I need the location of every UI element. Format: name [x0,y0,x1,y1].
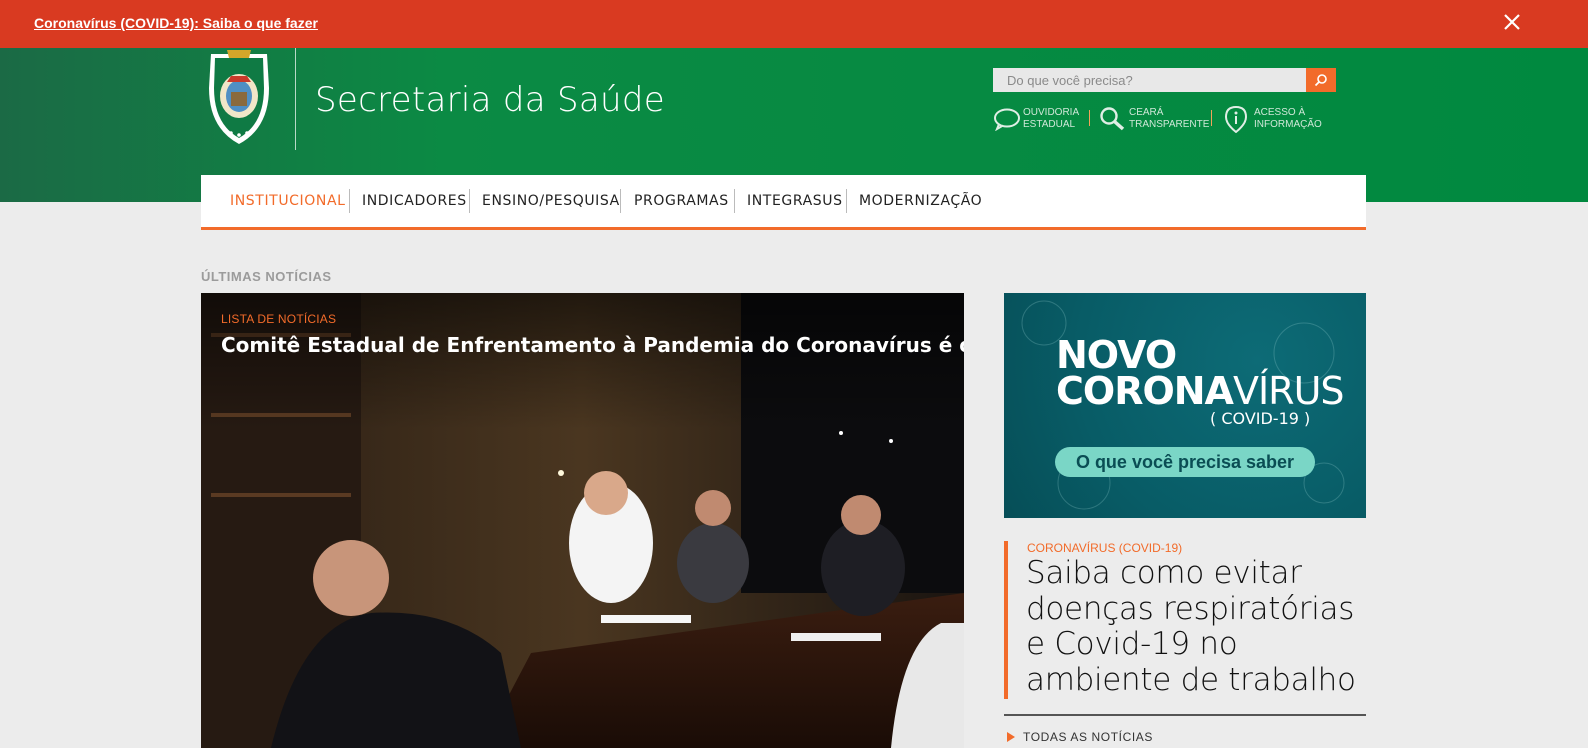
nav-separator [620,189,621,213]
banner-cta-pill[interactable]: O que você precisa saber [1055,447,1315,477]
header-divider [295,48,296,150]
banner-title-line2: CORONAVÍRUS [1056,369,1345,413]
hero-kicker[interactable]: LISTA DE NOTÍCIAS [221,312,336,326]
nav-item-institucional[interactable]: INSTITUCIONAL [230,175,346,227]
site-title[interactable]: Secretaria da Saúde [315,80,665,120]
side-news-card[interactable]: CORONAVÍRUS (COVID-19) Saiba como evitar… [1004,541,1366,699]
quick-link-ouvidoria[interactable]: OUVIDORIA ESTADUAL [993,104,1113,134]
quick-link-line2: TRANSPARENTE [1129,119,1210,130]
covid-alert-link[interactable]: Coronavírus (COVID-19): Saiba o que faze… [34,15,318,31]
quick-link-separator [1089,110,1090,126]
nav-separator [349,189,350,213]
quick-link-line2: INFORMAÇÃO [1254,119,1322,130]
quick-link-acesso-informacao[interactable]: ACESSO À INFORMAÇÃO [1224,104,1344,134]
close-icon[interactable] [1500,10,1524,34]
quick-link-line1: ACESSO À [1254,107,1306,118]
all-news-link[interactable]: TODAS AS NOTÍCIAS [1007,730,1153,744]
nav-item-programas[interactable]: PROGRAMAS [634,175,729,227]
quick-link-separator [1211,110,1212,126]
quick-link-line1: CEARÁ [1129,107,1164,118]
hero-news-card[interactable]: LISTA DE NOTÍCIAS Comitê Estadual de Enf… [201,293,964,748]
magnifier-icon [1100,107,1125,131]
coronavirus-banner[interactable]: NOVO CORONAVÍRUS ( COVID-19 ) O que você… [1004,293,1366,518]
nav-item-indicadores[interactable]: INDICADORES [362,175,467,227]
hero-title[interactable]: Comitê Estadual de Enfrentamento à Pande… [221,333,964,357]
banner-title-bold: CORONA [1056,369,1234,413]
hero-overlay [201,293,964,748]
nav-separator [469,189,470,213]
nav-item-ensino-pesquisa[interactable]: ENSINO/PESQUISA [482,175,620,227]
play-arrow-icon [1007,732,1015,742]
ceara-crest-logo[interactable] [203,48,275,148]
all-news-label: TODAS AS NOTÍCIAS [1023,730,1154,744]
nav-separator [734,189,735,213]
covid-alert-bar: Coronavírus (COVID-19): Saiba o que faze… [0,0,1588,48]
side-news-title[interactable]: Saiba como evitar doenças respiratórias … [1026,555,1371,698]
nav-separator [846,189,847,213]
nav-item-integrasus[interactable]: INTEGRASUS [747,175,843,227]
side-news-divider [1004,714,1366,716]
nav-item-modernizacao[interactable]: MODERNIZAÇÃO [859,175,982,227]
side-news-kicker[interactable]: CORONAVÍRUS (COVID-19) [1027,541,1182,555]
banner-subtitle: ( COVID-19 ) [1210,409,1311,428]
speech-bubble-icon [994,108,1020,131]
search-icon [1314,74,1327,87]
main-nav: INSTITUCIONAL INDICADORES ENSINO/PESQUIS… [201,175,1366,230]
search-input[interactable] [993,68,1306,92]
search-button[interactable] [1306,68,1336,92]
section-label-ultimas-noticias: ÚLTIMAS NOTÍCIAS [201,269,332,284]
banner-title-light: VÍRUS [1232,369,1345,413]
quick-link-ceara-transparente[interactable]: CEARÁ TRANSPARENTE [1099,104,1219,134]
info-pin-icon [1224,105,1248,133]
